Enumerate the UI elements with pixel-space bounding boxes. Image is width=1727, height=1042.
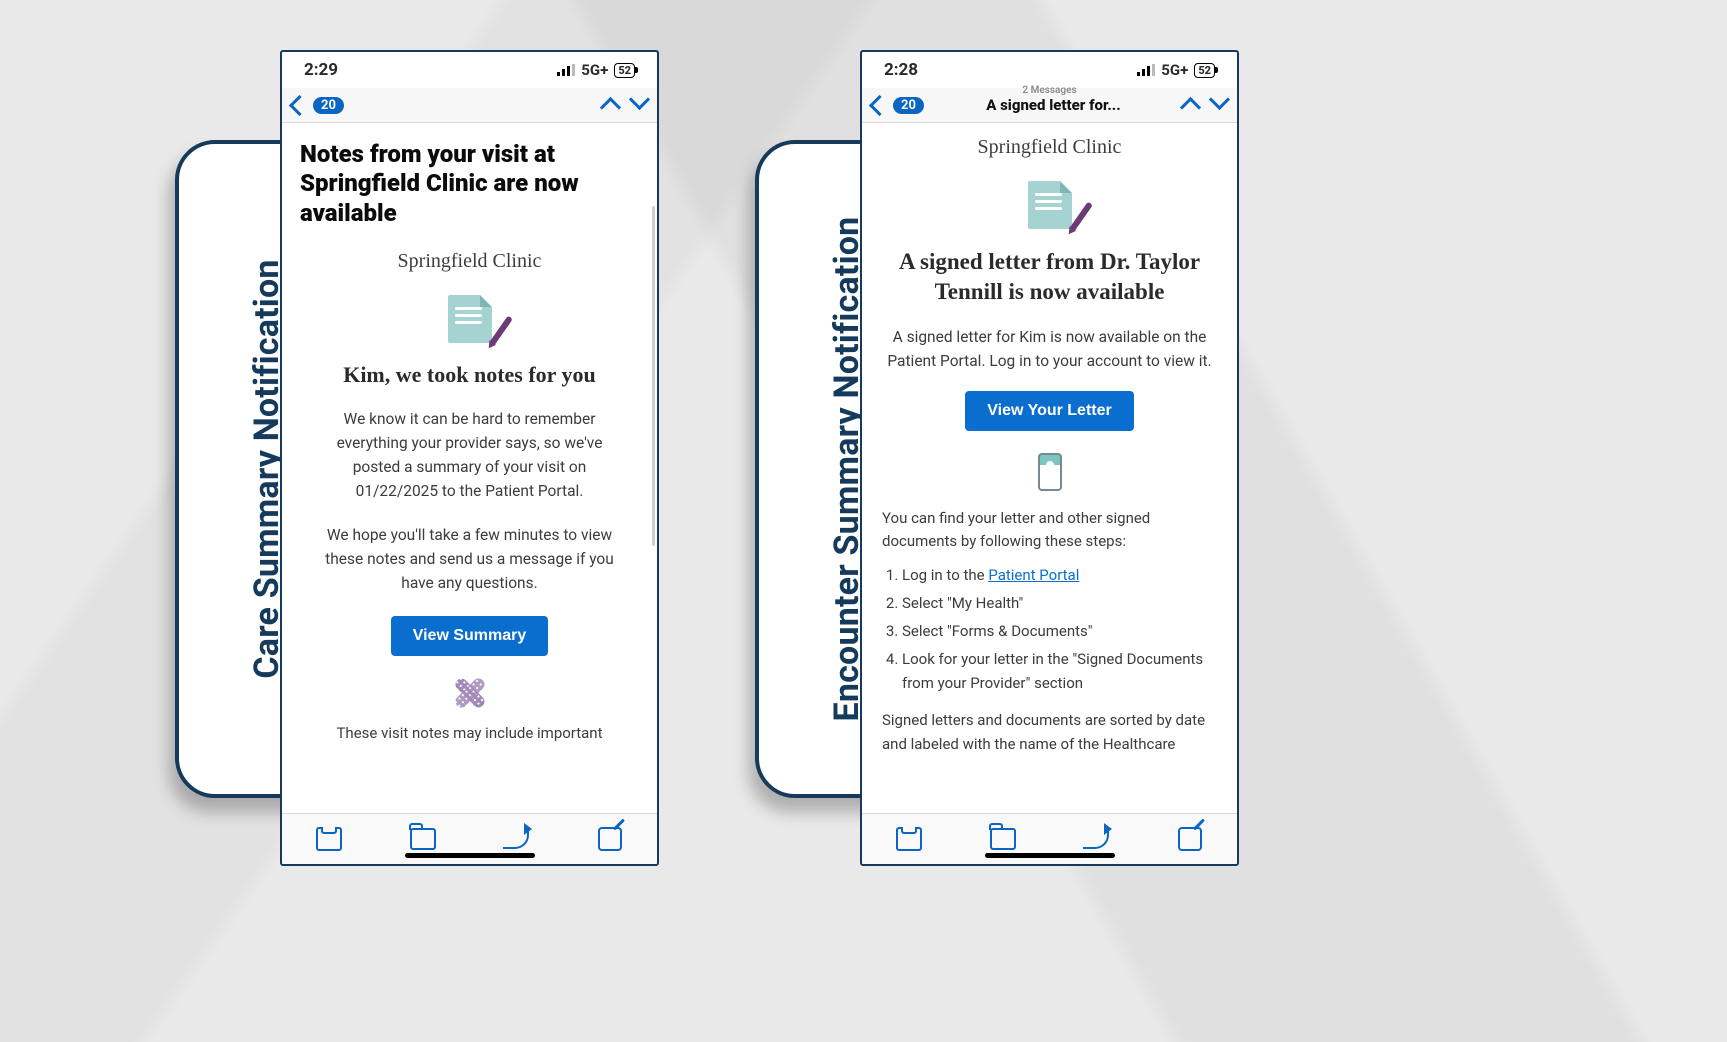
status-bar: 2:28 5G+ 52	[862, 52, 1237, 88]
status-time: 2:29	[304, 60, 338, 80]
signal-icon	[557, 64, 575, 76]
header-title: A signed letter for...	[932, 96, 1175, 114]
email-body[interactable]: Springfield Clinic A signed letter from …	[862, 126, 1237, 814]
move-folder-button[interactable]	[990, 826, 1016, 852]
email-paragraph-1: A signed letter for Kim is now available…	[884, 325, 1215, 373]
email-paragraph-2: We hope you'll take a few minutes to vie…	[312, 523, 627, 595]
step-item: Look for your letter in the "Signed Docu…	[902, 647, 1219, 695]
archive-button[interactable]	[316, 826, 342, 852]
unread-badge[interactable]: 20	[893, 97, 924, 114]
back-button[interactable]	[289, 94, 310, 115]
mail-header: 2 Messages 20 A signed letter for...	[862, 88, 1237, 123]
compose-button[interactable]	[1177, 826, 1203, 852]
step-item: Select "My Health"	[902, 591, 1219, 615]
email-heading: Kim, we took notes for you	[308, 361, 631, 390]
phone-mock-encounter: 2:28 5G+ 52 2 Messages 20 A signed lette…	[860, 50, 1239, 866]
steps-list: Log in to the Patient Portal Select "My …	[880, 563, 1219, 695]
email-paragraph-1: We know it can be hard to remember every…	[312, 407, 627, 503]
step-item: Select "Forms & Documents"	[902, 619, 1219, 643]
battery-icon: 52	[1194, 63, 1215, 78]
prev-message-button[interactable]	[600, 96, 621, 117]
archive-button[interactable]	[896, 826, 922, 852]
network-label: 5G+	[1161, 61, 1188, 79]
home-indicator[interactable]	[405, 853, 535, 858]
steps-intro: You can find your letter and other signe…	[882, 507, 1217, 554]
bandaid-icon	[455, 678, 485, 708]
view-letter-button[interactable]: View Your Letter	[965, 391, 1133, 431]
email-heading: A signed letter from Dr. Taylor Tennill …	[888, 247, 1211, 307]
network-label: 5G+	[581, 61, 608, 79]
notes-icon	[448, 295, 492, 343]
step-item: Log in to the Patient Portal	[902, 563, 1219, 587]
phone-device-icon	[1038, 453, 1062, 491]
clinic-name: Springfield Clinic	[300, 250, 639, 273]
reply-button[interactable]	[1083, 826, 1109, 852]
signal-icon	[1137, 64, 1155, 76]
clinic-name: Springfield Clinic	[880, 136, 1219, 159]
email-footer: These visit notes may include important	[308, 722, 631, 745]
back-button[interactable]	[869, 94, 890, 115]
move-folder-button[interactable]	[410, 826, 436, 852]
notes-icon	[1028, 181, 1072, 229]
prev-message-button[interactable]	[1180, 96, 1201, 117]
scrollbar[interactable]	[652, 206, 655, 546]
header-subtitle: 2 Messages	[862, 85, 1237, 96]
home-indicator[interactable]	[985, 853, 1115, 858]
phone-mock-care: 2:29 5G+ 52 20 N	[280, 50, 659, 866]
battery-icon: 52	[614, 63, 635, 78]
reply-button[interactable]	[503, 826, 529, 852]
email-subject: Notes from your visit at Springfield Cli…	[300, 140, 639, 228]
mail-header: 20	[282, 88, 657, 123]
unread-badge[interactable]: 20	[313, 97, 344, 114]
email-footer: Signed letters and documents are sorted …	[882, 709, 1217, 756]
status-bar: 2:29 5G+ 52	[282, 52, 657, 88]
next-message-button[interactable]	[629, 88, 650, 109]
status-time: 2:28	[884, 60, 918, 80]
email-body[interactable]: Notes from your visit at Springfield Cli…	[282, 126, 657, 814]
compose-button[interactable]	[597, 826, 623, 852]
patient-portal-link[interactable]: Patient Portal	[988, 566, 1079, 584]
view-summary-button[interactable]: View Summary	[391, 616, 549, 656]
